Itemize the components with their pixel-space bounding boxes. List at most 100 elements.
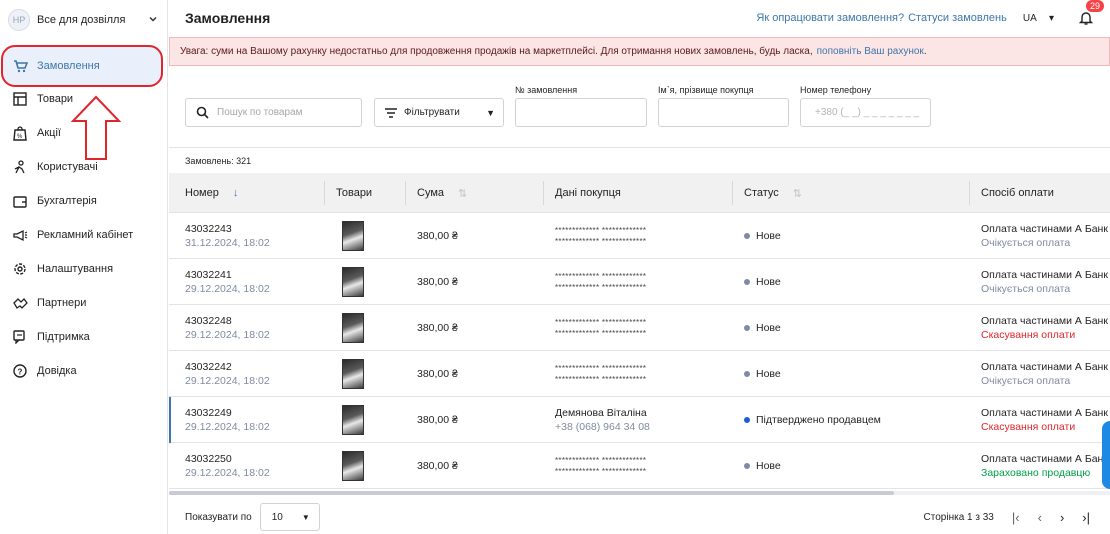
order-date: 31.12.2024, 18:02 xyxy=(185,237,270,249)
next-page-icon[interactable]: › xyxy=(1060,510,1064,525)
how-to-process-link[interactable]: Як опрацювати замовлення? xyxy=(756,12,904,24)
order-date: 29.12.2024, 18:02 xyxy=(185,329,270,341)
last-page-icon[interactable]: ›| xyxy=(1082,510,1090,525)
product-thumbnail[interactable] xyxy=(342,267,364,297)
gear-icon xyxy=(12,261,28,277)
notifications-button[interactable]: 29 xyxy=(1078,0,1104,26)
sort-both-icon: ⇅ xyxy=(792,187,802,200)
order-number-cell[interactable]: 43032248 29.12.2024, 18:02 xyxy=(185,305,270,351)
payment-method: Оплата частинами А Банк xyxy=(981,407,1108,419)
col-divider xyxy=(405,181,406,205)
sidebar-item-label: Налаштування xyxy=(37,263,114,275)
order-number-cell[interactable]: 43032249 29.12.2024, 18:02 xyxy=(185,397,270,443)
table-row[interactable]: 43032241 29.12.2024, 18:02 380,00 ₴ *******… xyxy=(169,259,1110,305)
col-divider xyxy=(969,181,970,205)
store-switcher[interactable]: НР Все для дозвілля xyxy=(8,8,158,32)
product-thumbnail[interactable] xyxy=(342,313,364,343)
order-number[interactable]: 43032250 xyxy=(185,453,270,465)
col-divider xyxy=(543,181,544,205)
payment-state: Зараховано продавцю xyxy=(981,467,1091,479)
order-number[interactable]: 43032248 xyxy=(185,315,270,327)
sum-cell: 380,00 ₴ xyxy=(417,351,458,397)
product-thumbnail[interactable] xyxy=(342,451,364,481)
order-number[interactable]: 43032242 xyxy=(185,361,270,373)
status-badge: Нове xyxy=(756,460,781,472)
payment-method: Оплата частинами А Банк xyxy=(981,223,1108,235)
col-status-label: Статус xyxy=(744,187,779,199)
order-sum: 380,00 ₴ xyxy=(417,276,458,288)
order-number[interactable]: 43032241 xyxy=(185,269,270,281)
buyer-phone: ************* ************* xyxy=(555,467,647,476)
payment-state: Скасування оплати xyxy=(981,421,1076,433)
order-sum: 380,00 ₴ xyxy=(417,368,458,380)
product-thumbnail[interactable] xyxy=(342,359,364,389)
filters-panel: Пошук по товарам Фільтрувати ▼ № замовле… xyxy=(169,66,1110,148)
order-date: 29.12.2024, 18:02 xyxy=(185,283,270,295)
payment-method: Оплата частинами А Банк xyxy=(981,269,1108,281)
col-sum[interactable]: Сума ⇅ xyxy=(405,173,467,213)
order-number-cell[interactable]: 43032243 31.12.2024, 18:02 xyxy=(185,213,270,259)
top-links: Як опрацювати замовлення? Статуси замовл… xyxy=(756,0,1104,26)
table-row[interactable]: 43032249 29.12.2024, 18:02 380,00 ₴ Демянов… xyxy=(169,397,1110,443)
order-sum: 380,00 ₴ xyxy=(417,414,458,426)
product-thumbnail[interactable] xyxy=(342,405,364,435)
phone-label: Номер телефону xyxy=(800,85,872,95)
sidebar-item-help[interactable]: ? Довідка xyxy=(0,354,167,388)
table-row[interactable]: 43032250 29.12.2024, 18:02 380,00 ₴ *******… xyxy=(169,443,1110,489)
top-up-link[interactable]: поповніть Ваш рахунок xyxy=(817,46,924,57)
order-number-cell[interactable]: 43032242 29.12.2024, 18:02 xyxy=(185,351,270,397)
product-thumbnail[interactable] xyxy=(342,221,364,251)
search-placeholder: Пошук по товарам xyxy=(217,107,303,118)
order-number[interactable]: 43032243 xyxy=(185,223,270,235)
sidebar-item-orders[interactable]: Замовлення xyxy=(0,49,167,83)
chat-widget-tab[interactable] xyxy=(1102,421,1110,489)
status-badge: Нове xyxy=(756,322,781,334)
table-row[interactable]: 43032242 29.12.2024, 18:02 380,00 ₴ *******… xyxy=(169,351,1110,397)
status-cell: Нове xyxy=(744,213,781,259)
phone-input[interactable]: +380 (_ _) _ _ _ _ _ _ _ xyxy=(800,98,931,127)
sidebar-item-ads[interactable]: Рекламний кабінет xyxy=(0,218,167,252)
col-number[interactable]: Номер ↓ xyxy=(185,173,238,213)
sidebar-item-support[interactable]: Підтримка xyxy=(0,320,167,354)
per-page-select[interactable]: 10 ▼ xyxy=(259,503,320,531)
warning-end: . xyxy=(923,46,927,57)
buyer-phone: ************* ************* xyxy=(555,329,647,338)
sum-cell: 380,00 ₴ xyxy=(417,397,458,443)
sidebar-item-label: Партнери xyxy=(37,297,87,309)
order-sum: 380,00 ₴ xyxy=(417,230,458,242)
table-row[interactable]: 43032243 31.12.2024, 18:02 380,00 ₴ *******… xyxy=(169,213,1110,259)
buyer-name-input[interactable] xyxy=(658,98,789,127)
col-status[interactable]: Статус ⇅ xyxy=(732,173,802,213)
sum-cell: 380,00 ₴ xyxy=(417,305,458,351)
sidebar-item-accounting[interactable]: Бухгалтерія xyxy=(0,184,167,218)
buyer-phone: +38 (068) 964 34 08 xyxy=(555,421,650,433)
status-badge: Підтверджено продавцем xyxy=(756,414,881,426)
order-number-cell[interactable]: 43032250 29.12.2024, 18:02 xyxy=(185,443,270,489)
sort-down-icon: ↓ xyxy=(232,187,239,199)
filter-button[interactable]: Фільтрувати ▼ xyxy=(374,98,504,127)
first-page-icon[interactable]: |‹ xyxy=(1012,510,1020,525)
order-statuses-link[interactable]: Статуси замовлень xyxy=(908,12,1007,24)
sidebar-item-settings[interactable]: Налаштування xyxy=(0,252,167,286)
bell-icon xyxy=(1078,12,1094,25)
per-page-value: 10 xyxy=(271,511,283,523)
language-select[interactable]: UA ▾ xyxy=(1023,13,1054,24)
order-number-input[interactable] xyxy=(515,98,647,127)
horizontal-scrollbar[interactable] xyxy=(169,491,894,495)
order-number-label: № замовлення xyxy=(515,85,578,95)
prev-page-icon[interactable]: ‹ xyxy=(1038,510,1042,525)
status-cell: Нове xyxy=(744,259,781,305)
chevron-down-icon: ▾ xyxy=(1048,12,1054,24)
search-input[interactable]: Пошук по товарам xyxy=(185,98,362,127)
order-number[interactable]: 43032249 xyxy=(185,407,270,419)
cart-icon xyxy=(12,58,28,74)
avatar: НР xyxy=(8,9,30,31)
sidebar-item-partners[interactable]: Партнери xyxy=(0,286,167,320)
order-number-cell[interactable]: 43032241 29.12.2024, 18:02 xyxy=(185,259,270,305)
payment-method: Оплата частинами А Банк xyxy=(981,453,1108,465)
table-body: 43032243 31.12.2024, 18:02 380,00 ₴ *******… xyxy=(169,213,1110,489)
col-payment-label: Спосіб оплати xyxy=(981,187,1054,199)
table-row[interactable]: 43032248 29.12.2024, 18:02 380,00 ₴ *******… xyxy=(169,305,1110,351)
phone-placeholder: +380 (_ _) _ _ _ _ _ _ _ xyxy=(815,107,920,118)
sum-cell: 380,00 ₴ xyxy=(417,259,458,305)
